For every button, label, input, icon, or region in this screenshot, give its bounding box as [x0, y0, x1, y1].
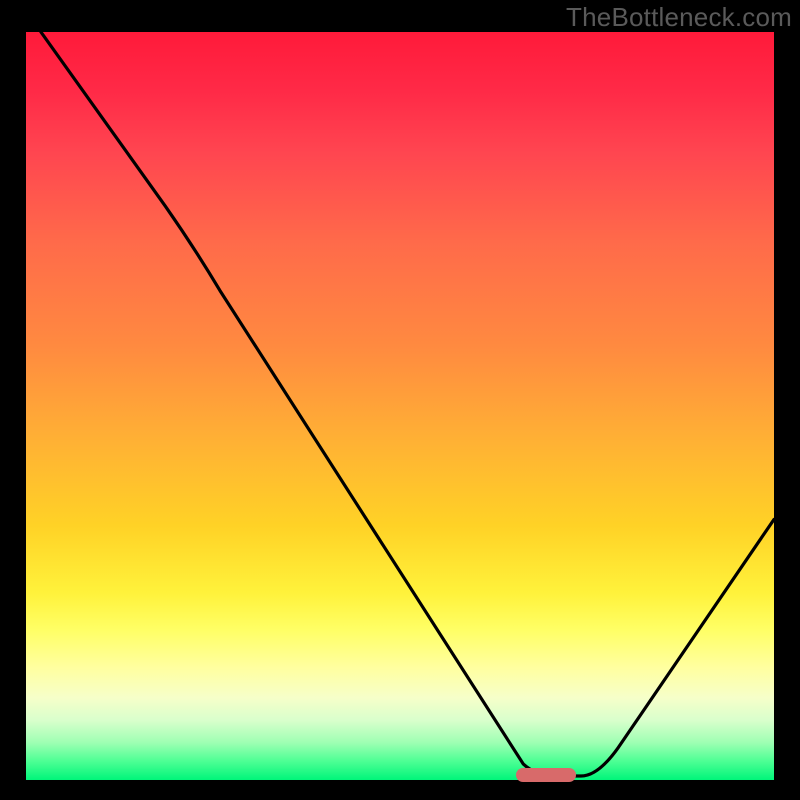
bottleneck-curve	[26, 32, 774, 780]
plot-area	[24, 30, 776, 782]
watermark-text: TheBottleneck.com	[566, 2, 792, 33]
optimal-range-marker	[516, 768, 576, 782]
figure-root: TheBottleneck.com	[0, 0, 800, 800]
